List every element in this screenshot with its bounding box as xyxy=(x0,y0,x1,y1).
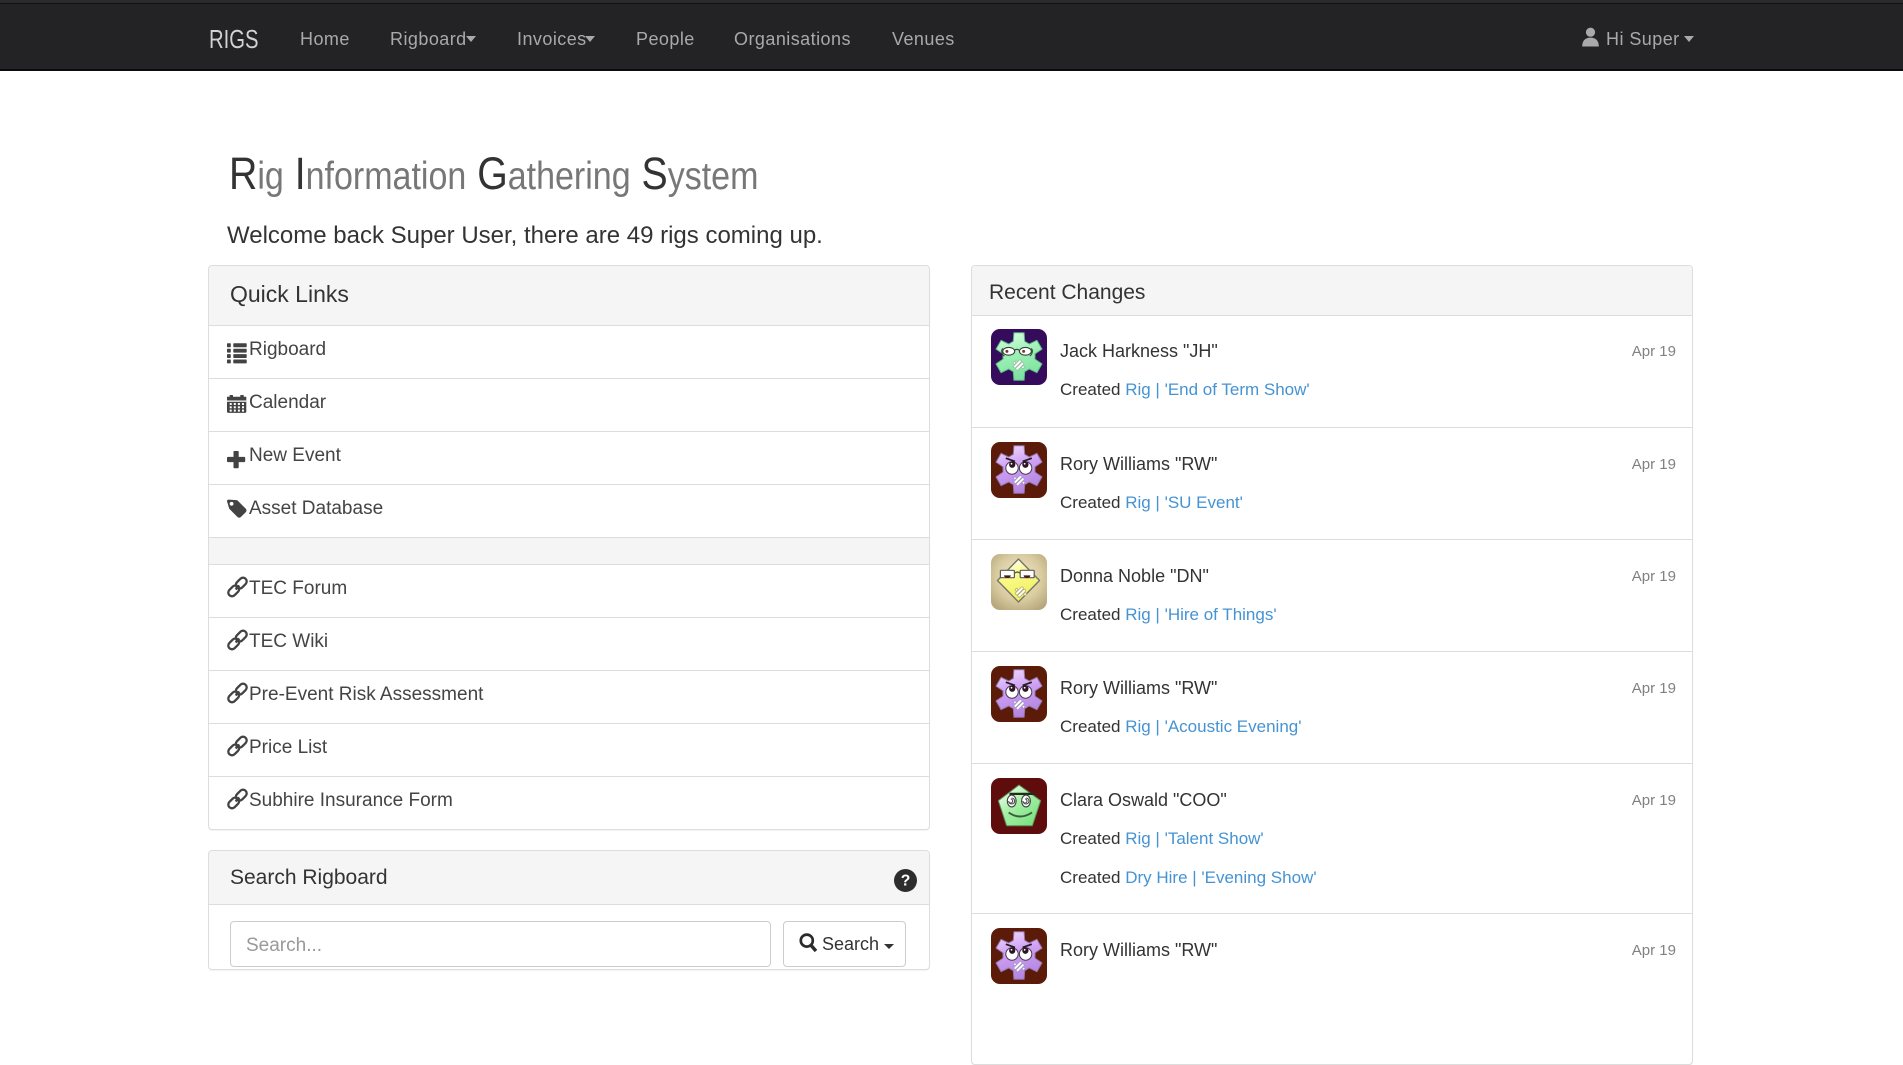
svg-text:?: ? xyxy=(901,873,911,890)
